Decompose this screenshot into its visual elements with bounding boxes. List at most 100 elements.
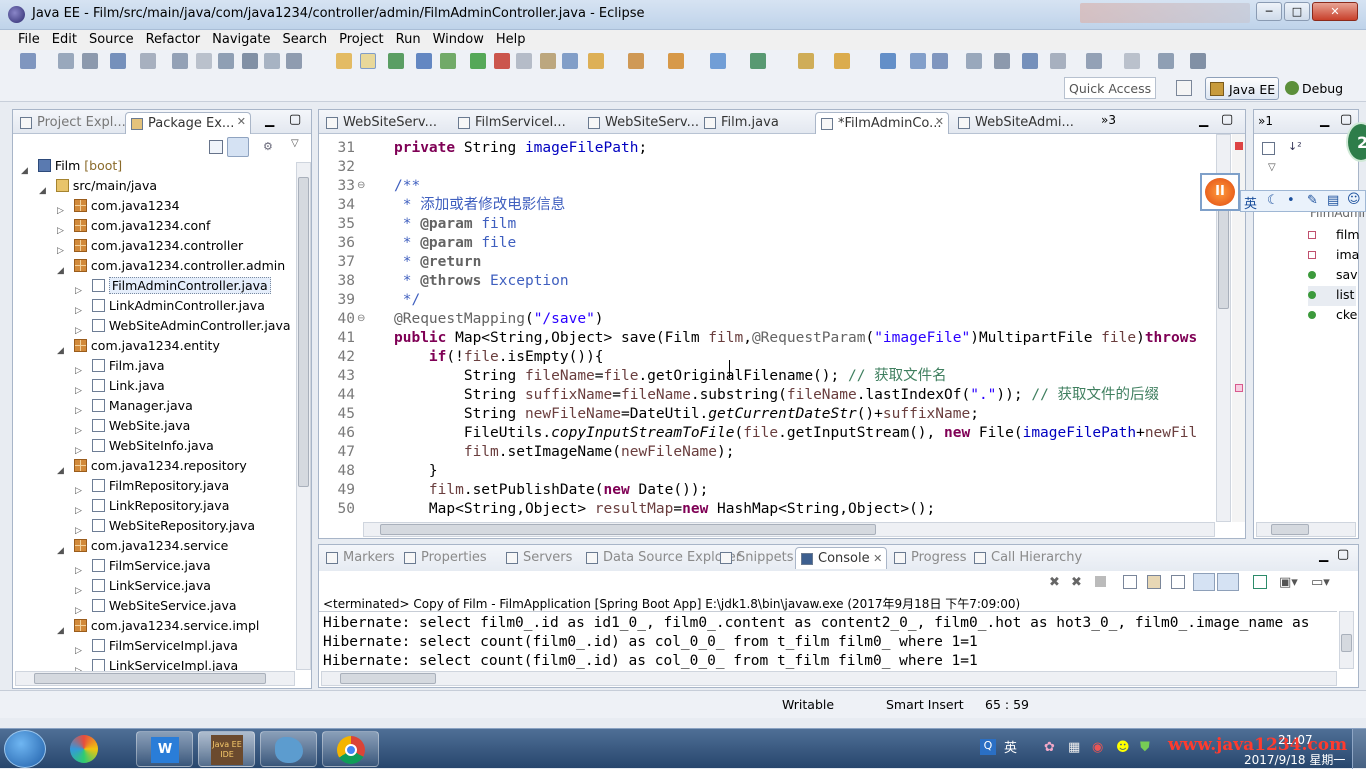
toolbar-icon[interactable] (494, 53, 510, 69)
collapsed-arrow-icon[interactable]: ▷ (75, 566, 82, 576)
bottom-tab[interactable]: Properties (399, 547, 491, 569)
toolbar-icon[interactable] (110, 53, 126, 69)
toolbar-icon[interactable] (798, 53, 814, 69)
tray-shield-icon[interactable]: ⛊ (1140, 740, 1150, 755)
tab-package-explorer[interactable]: Package Ex... ✕ (125, 112, 251, 134)
collapsed-arrow-icon[interactable]: ▷ (75, 406, 82, 416)
tree-item[interactable]: ▷ com.java1234.controller (57, 238, 243, 258)
toolbar-icon[interactable] (588, 53, 604, 69)
view-dropdown-icon[interactable]: ▽ (291, 138, 299, 149)
minimize-button[interactable]: ─ (1256, 2, 1282, 21)
editor-tab[interactable]: FilmServiceI... (453, 112, 579, 134)
toolbar-icon[interactable] (1124, 53, 1140, 69)
toolbar-icon[interactable] (966, 53, 982, 69)
menu-project[interactable]: Project (333, 30, 389, 47)
fold-toggle-icon[interactable]: ⊖ (357, 180, 365, 191)
tree-item[interactable]: ◢ com.java1234.entity (57, 338, 220, 358)
editor-tab[interactable]: Film.java (699, 112, 811, 134)
toolbar-icon[interactable] (388, 53, 404, 69)
outline-item[interactable]: film (1308, 226, 1360, 246)
expanded-arrow-icon[interactable]: ◢ (57, 546, 64, 556)
maximize-button[interactable]: □ (1284, 2, 1310, 21)
start-button[interactable] (4, 730, 46, 768)
tree-item[interactable]: ▷ LinkAdminController.java (75, 298, 265, 318)
collapse-all-icon[interactable] (209, 140, 223, 154)
editor-tab[interactable]: WebSiteServ... (321, 112, 447, 134)
link-editor-icon[interactable] (227, 137, 249, 157)
outline-item[interactable]: list (1308, 286, 1356, 306)
toolbar-icon[interactable] (264, 53, 280, 69)
toolbar-icon[interactable] (516, 53, 532, 69)
toolbar-icon[interactable] (750, 53, 766, 69)
toolbar-icon[interactable] (242, 53, 258, 69)
menu-edit[interactable]: Edit (46, 30, 83, 47)
collapsed-arrow-icon[interactable]: ▷ (75, 286, 82, 296)
toolbar-icon[interactable] (336, 53, 352, 69)
toolbar-icon[interactable] (286, 53, 302, 69)
toolbar-icon[interactable] (140, 53, 156, 69)
taskbar-chrome[interactable] (322, 731, 379, 767)
menu-window[interactable]: Window (427, 30, 490, 47)
console-menu-icon[interactable]: ▣▾ (1279, 575, 1298, 590)
console-minimize-icon[interactable]: ▁ (1319, 548, 1328, 562)
toolbar-icon[interactable] (628, 53, 644, 69)
clock-time[interactable]: 21:07 (1278, 733, 1313, 747)
expanded-arrow-icon[interactable]: ◢ (57, 266, 64, 276)
tray-qq-icon[interactable]: ☻ (1116, 740, 1130, 755)
tree-item[interactable]: ▷ Film.java (75, 358, 165, 378)
maximize-view-icon[interactable]: ▢ (289, 112, 301, 127)
toolbar-icon[interactable] (994, 53, 1010, 69)
taskbar-eclipse[interactable]: Java EE IDE (198, 731, 255, 767)
tab-project-explorer[interactable]: Project Expl... (15, 112, 130, 134)
tree-item[interactable]: ▷ WebSiteInfo.java (75, 438, 214, 458)
tree-item[interactable]: ▷ FilmAdminController.java (75, 277, 271, 298)
tree-item[interactable]: ▷ WebSiteAdminController.java (75, 318, 291, 338)
collapsed-arrow-icon[interactable]: ▷ (75, 506, 82, 516)
tree-horizontal-scrollbar[interactable] (15, 671, 295, 686)
close-button[interactable]: ✕ (1312, 2, 1358, 21)
editor-tabs-overflow[interactable]: »3 (1101, 113, 1116, 127)
tray-ime-language[interactable]: 英 (1004, 737, 1017, 756)
editor-horizontal-scrollbar[interactable] (363, 522, 1215, 537)
tree-item[interactable]: ▷ com.java1234 (57, 198, 180, 218)
toolbar-icon[interactable] (360, 53, 376, 69)
editor-maximize-icon[interactable]: ▢ (1221, 112, 1233, 127)
show-desktop-button[interactable] (1352, 729, 1366, 769)
toolbar-icon[interactable] (668, 53, 684, 69)
close-tab-icon[interactable]: ✕ (935, 115, 944, 128)
menu-file[interactable]: File (12, 30, 46, 47)
toolbar-icon[interactable] (58, 53, 74, 69)
menu-help[interactable]: Help (490, 30, 532, 47)
new-console-icon[interactable]: ▭▾ (1311, 575, 1330, 590)
menu-source[interactable]: Source (83, 30, 140, 47)
expanded-arrow-icon[interactable]: ◢ (57, 626, 64, 636)
word-wrap-icon[interactable] (1171, 575, 1185, 589)
toolbar-icon[interactable] (710, 53, 726, 69)
toolbar-icon[interactable] (540, 53, 556, 69)
console-horizontal-scrollbar[interactable] (321, 671, 1337, 686)
collapsed-arrow-icon[interactable]: ▷ (75, 426, 82, 436)
pin-console-icon[interactable] (1193, 573, 1215, 591)
tree-item[interactable]: ◢ com.java1234.service (57, 538, 228, 558)
ime-toolbar[interactable]: 英 ☾ • ✎ ▤ ☺ (1240, 190, 1366, 212)
ime-punct-icon[interactable]: • (1287, 193, 1295, 208)
tree-item[interactable]: ◢ com.java1234.service.impl (57, 618, 259, 638)
collapsed-arrow-icon[interactable]: ▷ (75, 606, 82, 616)
perspective-javaee-button[interactable]: Java EE (1205, 77, 1279, 100)
collapsed-arrow-icon[interactable]: ▷ (75, 526, 82, 536)
clock-date[interactable]: 2017/9/18 星期一 (1244, 751, 1345, 768)
tree-vertical-scrollbar[interactable] (296, 162, 311, 670)
bottom-tab[interactable]: Servers (501, 547, 576, 569)
tree-item[interactable]: ◢ Film [boot] (21, 158, 122, 178)
ime-tools-icon[interactable]: ✎ (1307, 193, 1318, 208)
open-console-icon[interactable] (1253, 575, 1267, 589)
console-maximize-icon[interactable]: ▢ (1337, 547, 1349, 562)
tree-item[interactable]: ▷ FilmService.java (75, 558, 211, 578)
toolbar-icon[interactable] (834, 53, 850, 69)
collapsed-arrow-icon[interactable]: ▷ (75, 366, 82, 376)
minimize-view-icon[interactable]: ▁ (265, 113, 274, 127)
outline-maximize-icon[interactable]: ▢ (1340, 112, 1352, 127)
editor-minimize-icon[interactable]: ▁ (1199, 113, 1208, 127)
tree-item[interactable]: ▷ LinkRepository.java (75, 498, 229, 518)
expanded-arrow-icon[interactable]: ◢ (21, 166, 28, 176)
